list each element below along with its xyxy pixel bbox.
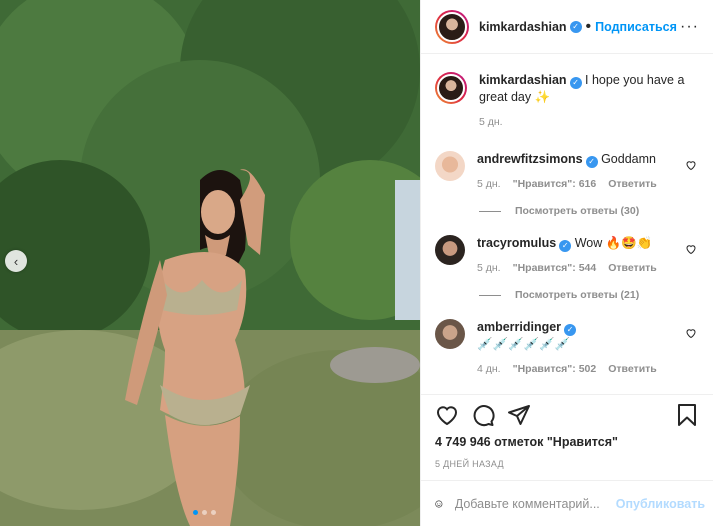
post-time-ago[interactable]: 5 ДНЕЙ НАЗАД	[435, 459, 699, 469]
post-side-panel: kimkardashian ✓ • Подписаться ··· kimkar…	[420, 0, 713, 526]
header-separator: •	[585, 17, 592, 35]
comment-meta: 4 дн. "Нравится": 502 Ответить	[477, 361, 681, 378]
comment-item: tracyromulus ✓ Wow 🔥🤩👏 5 дн. "Нравится": …	[435, 235, 699, 277]
verified-badge-icon: ✓	[585, 156, 598, 168]
verified-badge-icon: ✓	[569, 77, 582, 89]
comment-body: tracyromulus ✓ Wow 🔥🤩👏 5 дн. "Нравится": …	[477, 235, 699, 277]
commenter-avatar[interactable]	[435, 319, 465, 349]
action-icons	[435, 397, 699, 433]
comment-meta: 5 дн. "Нравится": 544 Ответить	[477, 260, 681, 277]
comment-username[interactable]: tracyromulus	[477, 236, 556, 250]
emoji-icon[interactable]	[435, 493, 443, 515]
follow-button[interactable]: Подписаться	[595, 20, 677, 34]
view-replies-label: Посмотреть ответы (21)	[515, 289, 640, 301]
reply-button[interactable]: Ответить	[608, 176, 657, 193]
replies-line	[479, 210, 501, 212]
replies-line	[479, 294, 501, 296]
comment-username[interactable]: andrewfitzsimons	[477, 152, 583, 166]
verified-badge-icon: ✓	[559, 240, 572, 252]
reply-button[interactable]: Ответить	[608, 260, 657, 277]
comment-text: Goddamn	[601, 152, 656, 166]
post-photo[interactable]: ‹	[0, 0, 420, 526]
add-comment-bar: Опубликовать	[421, 480, 713, 526]
post-header: kimkardashian ✓ • Подписаться ···	[421, 0, 713, 54]
photo-illustration	[0, 0, 420, 526]
carousel-dot	[202, 510, 207, 515]
carousel-dot	[211, 510, 216, 515]
comment-icon[interactable]	[471, 403, 495, 427]
view-replies-button[interactable]: Посмотреть ответы (30)	[479, 205, 699, 217]
comment-username[interactable]: amberridinger	[477, 320, 561, 334]
heart-icon[interactable]	[435, 403, 459, 427]
share-icon[interactable]	[507, 403, 531, 427]
bookmark-icon[interactable]	[675, 403, 699, 427]
comment-body: amberridinger ✓ 💉💉💉💉💉💉 4 дн. "Нравится": …	[477, 319, 699, 378]
commenter-avatar[interactable]	[435, 235, 465, 265]
comment-text: 💉💉💉💉💉💉	[477, 337, 571, 351]
reply-button[interactable]: Ответить	[608, 361, 657, 378]
commenter-avatar[interactable]	[435, 151, 465, 181]
carousel-prev-button[interactable]: ‹	[5, 250, 27, 272]
comment-text: Wow 🔥🤩👏	[574, 236, 653, 250]
comment-likes[interactable]: "Нравится": 502	[513, 361, 597, 378]
more-icon[interactable]: ···	[680, 18, 699, 36]
comment-item: amberridinger ✓ 💉💉💉💉💉💉 4 дн. "Нравится": …	[435, 319, 699, 378]
likes-count[interactable]: 4 749 946 отметок "Нравится"	[435, 435, 699, 449]
verified-badge-icon: ✓	[569, 20, 582, 33]
caption-time[interactable]: 5 дн.	[479, 114, 503, 131]
carousel-dot	[193, 510, 198, 515]
publish-button[interactable]: Опубликовать	[616, 497, 705, 511]
comment-input[interactable]	[454, 496, 616, 511]
caption-meta: 5 дн.	[479, 114, 699, 131]
verified-badge-icon: ✓	[564, 324, 577, 336]
comment-like-heart-icon[interactable]	[685, 159, 697, 171]
view-replies-label: Посмотреть ответы (30)	[515, 205, 640, 217]
comment-meta: 5 дн. "Нравится": 616 Ответить	[477, 176, 681, 193]
view-replies-button[interactable]: Посмотреть ответы (21)	[479, 289, 699, 301]
comment-item: andrewfitzsimons ✓ Goddamn 5 дн. "Нравитс…	[435, 151, 699, 193]
caption-username[interactable]: kimkardashian	[479, 73, 567, 87]
comment-likes[interactable]: "Нравится": 616	[513, 176, 597, 193]
caption-body: kimkardashian ✓ I hope you have a great d…	[479, 72, 699, 131]
author-username[interactable]: kimkardashian	[479, 20, 567, 34]
chevron-left-icon: ‹	[13, 253, 19, 269]
caption: kimkardashian ✓ I hope you have a great d…	[435, 72, 699, 131]
comment-time[interactable]: 4 дн.	[477, 361, 501, 378]
carousel-dots	[193, 510, 216, 515]
comment-time[interactable]: 5 дн.	[477, 176, 501, 193]
comment-likes[interactable]: "Нравится": 544	[513, 260, 597, 277]
comment-like-heart-icon[interactable]	[685, 327, 697, 339]
comment-time[interactable]: 5 дн.	[477, 260, 501, 277]
comment-body: andrewfitzsimons ✓ Goddamn 5 дн. "Нравитс…	[477, 151, 699, 193]
author-avatar[interactable]	[435, 9, 469, 44]
comments-list[interactable]: kimkardashian ✓ I hope you have a great d…	[421, 54, 713, 394]
comment-like-heart-icon[interactable]	[685, 243, 697, 255]
caption-avatar[interactable]	[435, 72, 467, 104]
